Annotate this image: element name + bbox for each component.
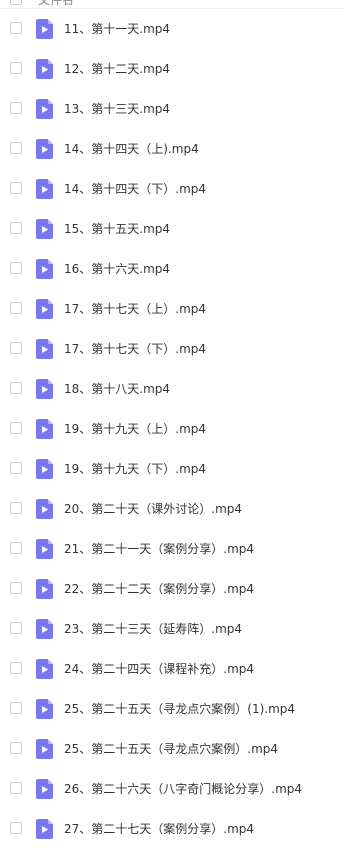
file-name[interactable]: 12、第十二天.mp4 xyxy=(64,61,170,77)
video-file-icon xyxy=(36,259,53,279)
row-checkbox[interactable] xyxy=(10,462,22,474)
file-name[interactable]: 15、第十五天.mp4 xyxy=(64,221,170,237)
row-checkbox[interactable] xyxy=(10,422,22,434)
file-row[interactable]: 17、第十七天（上）.mp4 xyxy=(0,289,344,329)
file-row[interactable]: 16、第十六天.mp4 xyxy=(0,249,344,289)
file-name[interactable]: 18、第十八天.mp4 xyxy=(64,381,170,397)
row-checkbox[interactable] xyxy=(10,142,22,154)
file-name[interactable]: 14、第十四天（下）.mp4 xyxy=(64,181,206,197)
video-file-icon xyxy=(36,219,53,239)
file-row[interactable]: 12、第十二天.mp4 xyxy=(0,49,344,89)
file-row[interactable]: 18、第十八天.mp4 xyxy=(0,369,344,409)
row-checkbox[interactable] xyxy=(10,382,22,394)
row-checkbox[interactable] xyxy=(10,742,22,754)
file-row[interactable]: 19、第十九天（下）.mp4 xyxy=(0,449,344,489)
file-row[interactable]: 20、第二十天（课外讨论）.mp4 xyxy=(0,489,344,529)
video-file-icon xyxy=(36,419,53,439)
file-name[interactable]: 16、第十六天.mp4 xyxy=(64,261,170,277)
row-checkbox[interactable] xyxy=(10,622,22,634)
file-row[interactable]: 23、第二十三天（延寿阵）.mp4 xyxy=(0,609,344,649)
file-row[interactable]: 26、第二十六天（八字奇门概论分享）.mp4 xyxy=(0,769,344,809)
video-file-icon xyxy=(36,579,53,599)
file-name[interactable]: 19、第十九天（上）.mp4 xyxy=(64,421,206,437)
file-name[interactable]: 25、第二十五天（寻龙点穴案例）.mp4 xyxy=(64,741,278,757)
video-file-icon xyxy=(36,619,53,639)
file-name[interactable]: 19、第十九天（下）.mp4 xyxy=(64,461,206,477)
file-name[interactable]: 23、第二十三天（延寿阵）.mp4 xyxy=(64,621,242,637)
file-row[interactable]: 19、第十九天（上）.mp4 xyxy=(0,409,344,449)
video-file-icon xyxy=(36,659,53,679)
file-name[interactable]: 11、第十一天.mp4 xyxy=(64,21,170,37)
file-list: 文件名 11、第十一天.mp4 12、第十二天.mp4 13、第十三天.mp4 14、… xyxy=(0,0,344,849)
file-name[interactable]: 17、第十七天（上）.mp4 xyxy=(64,301,206,317)
video-file-icon xyxy=(36,819,53,839)
row-checkbox[interactable] xyxy=(10,302,22,314)
file-name[interactable]: 24、第二十四天（课程补充）.mp4 xyxy=(64,661,254,677)
row-checkbox[interactable] xyxy=(10,702,22,714)
row-checkbox[interactable] xyxy=(10,662,22,674)
file-row[interactable]: 21、第二十一天（案例分享）.mp4 xyxy=(0,529,344,569)
file-row[interactable]: 22、第二十二天（案例分享）.mp4 xyxy=(0,569,344,609)
file-name[interactable]: 20、第二十天（课外讨论）.mp4 xyxy=(64,501,242,517)
video-file-icon xyxy=(36,299,53,319)
file-row[interactable]: 24、第二十四天（课程补充）.mp4 xyxy=(0,649,344,689)
file-row[interactable]: 17、第十七天（下）.mp4 xyxy=(0,329,344,369)
row-checkbox[interactable] xyxy=(10,182,22,194)
file-row[interactable]: 14、第十四天（上).mp4 xyxy=(0,129,344,169)
file-rows: 11、第十一天.mp4 12、第十二天.mp4 13、第十三天.mp4 14、第十四天… xyxy=(0,9,344,849)
row-checkbox[interactable] xyxy=(10,102,22,114)
file-row[interactable]: 27、第二十七天（案例分享）.mp4 xyxy=(0,809,344,849)
video-file-icon xyxy=(36,779,53,799)
file-name[interactable]: 17、第十七天（下）.mp4 xyxy=(64,341,206,357)
row-checkbox[interactable] xyxy=(10,342,22,354)
video-file-icon xyxy=(36,179,53,199)
file-row[interactable]: 14、第十四天（下）.mp4 xyxy=(0,169,344,209)
row-checkbox[interactable] xyxy=(10,262,22,274)
row-checkbox[interactable] xyxy=(10,582,22,594)
file-row[interactable]: 25、第二十五天（寻龙点穴案例）(1).mp4 xyxy=(0,689,344,729)
filename-column-header[interactable]: 文件名 xyxy=(38,0,74,8)
file-row[interactable]: 13、第十三天.mp4 xyxy=(0,89,344,129)
file-row[interactable]: 15、第十五天.mp4 xyxy=(0,209,344,249)
video-file-icon xyxy=(36,379,53,399)
video-file-icon xyxy=(36,59,53,79)
select-all-checkbox[interactable] xyxy=(10,0,22,5)
row-checkbox[interactable] xyxy=(10,542,22,554)
file-name[interactable]: 27、第二十七天（案例分享）.mp4 xyxy=(64,821,254,837)
row-checkbox[interactable] xyxy=(10,62,22,74)
row-checkbox[interactable] xyxy=(10,822,22,834)
file-name[interactable]: 14、第十四天（上).mp4 xyxy=(64,141,199,157)
row-checkbox[interactable] xyxy=(10,502,22,514)
row-checkbox[interactable] xyxy=(10,22,22,34)
video-file-icon xyxy=(36,99,53,119)
video-file-icon xyxy=(36,499,53,519)
file-list-header: 文件名 xyxy=(0,0,344,9)
file-name[interactable]: 13、第十三天.mp4 xyxy=(64,101,170,117)
video-file-icon xyxy=(36,19,53,39)
file-row[interactable]: 11、第十一天.mp4 xyxy=(0,9,344,49)
video-file-icon xyxy=(36,739,53,759)
row-checkbox[interactable] xyxy=(10,782,22,794)
file-name[interactable]: 25、第二十五天（寻龙点穴案例）(1).mp4 xyxy=(64,701,295,717)
file-name[interactable]: 21、第二十一天（案例分享）.mp4 xyxy=(64,541,254,557)
row-checkbox[interactable] xyxy=(10,222,22,234)
video-file-icon xyxy=(36,139,53,159)
video-file-icon xyxy=(36,699,53,719)
file-name[interactable]: 22、第二十二天（案例分享）.mp4 xyxy=(64,581,254,597)
file-row[interactable]: 25、第二十五天（寻龙点穴案例）.mp4 xyxy=(0,729,344,769)
video-file-icon xyxy=(36,339,53,359)
video-file-icon xyxy=(36,459,53,479)
video-file-icon xyxy=(36,539,53,559)
file-name[interactable]: 26、第二十六天（八字奇门概论分享）.mp4 xyxy=(64,781,302,797)
